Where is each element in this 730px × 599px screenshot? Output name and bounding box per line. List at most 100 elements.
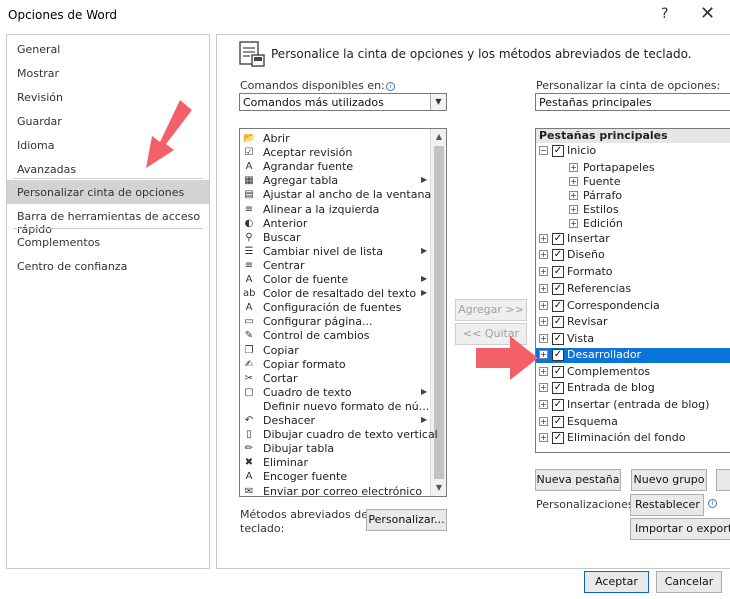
list-item[interactable]: A Configuración de fuentes <box>240 301 430 315</box>
checkbox[interactable]: ✓ <box>552 333 564 345</box>
nav-item-mostrar[interactable]: Mostrar <box>7 61 209 85</box>
tree-node[interactable]: + Párrafo <box>536 189 730 204</box>
list-item[interactable]: ❐ Copiar <box>240 344 430 358</box>
checkbox[interactable]: ✓ <box>552 266 564 278</box>
add-button[interactable]: Agregar >> <box>455 299 527 321</box>
new-group-button[interactable]: Nuevo grupo <box>631 469 707 491</box>
expand-icon[interactable]: + <box>569 177 578 186</box>
rename-button[interactable] <box>716 469 730 491</box>
tree-node[interactable]: + ✓ Eliminación del fondo <box>536 431 730 446</box>
tree-node[interactable]: + Portapapeles <box>536 161 730 176</box>
collapse-icon[interactable]: − <box>539 146 548 155</box>
list-item[interactable]: ≡ Alinear a la izquierda <box>240 203 430 217</box>
nav-item-centro-confianza[interactable]: Centro de confianza <box>7 254 209 278</box>
expand-icon[interactable]: + <box>539 267 548 276</box>
tree-node[interactable]: + ✓ Insertar <box>536 232 730 247</box>
tree-node[interactable]: + ✓ Revisar <box>536 315 730 330</box>
list-item[interactable]: ≡ Centrar <box>240 259 430 273</box>
expand-icon[interactable]: + <box>539 301 548 310</box>
tree-node[interactable]: + ✓ Referencias <box>536 282 730 297</box>
expand-icon[interactable]: + <box>539 433 548 442</box>
scroll-up-icon[interactable]: ▲ <box>431 129 446 145</box>
expand-icon[interactable]: + <box>569 163 578 172</box>
tree-node[interactable]: + ✓ Correspondencia <box>536 299 730 314</box>
checkbox[interactable]: ✓ <box>552 432 564 444</box>
commands-source-select[interactable]: Comandos más utilizados ▼ <box>239 93 447 111</box>
expand-icon[interactable]: + <box>539 383 548 392</box>
list-item[interactable]: ▯ Dibujar cuadro de texto vertical <box>240 428 438 442</box>
checkbox[interactable]: ✓ <box>552 416 564 428</box>
list-item[interactable]: A Color de fuente ▶ <box>240 273 430 287</box>
expand-icon[interactable]: + <box>539 284 548 293</box>
tree-node[interactable]: + Edición <box>536 217 730 232</box>
ribbon-tabs-select[interactable]: Pestañas principales <box>535 93 730 111</box>
cancel-button[interactable]: Cancelar <box>656 571 722 593</box>
expand-icon[interactable]: + <box>539 334 548 343</box>
reset-dropdown[interactable]: Restablecer ▾ <box>630 494 704 531</box>
expand-icon[interactable]: + <box>539 250 548 259</box>
commands-list[interactable]: ▲ ▼ 📂 Abrir ☑ Aceptar revisión A Agrandar fue… <box>239 128 447 497</box>
expand-icon[interactable]: + <box>569 205 578 214</box>
checkbox[interactable]: ✓ <box>552 316 564 328</box>
tree-node[interactable]: + ✓ Formato <box>536 265 730 280</box>
tree-node[interactable]: + Estilos <box>536 203 730 218</box>
scroll-down-icon[interactable]: ▼ <box>431 480 446 496</box>
nav-item-complementos[interactable]: Complementos <box>7 230 209 254</box>
ok-button[interactable]: Aceptar <box>584 571 649 593</box>
list-item[interactable]: ◐ Anterior <box>240 217 430 231</box>
list-item[interactable]: ☰ Cambiar nivel de lista ▶ <box>240 245 430 259</box>
help-button[interactable]: ? <box>661 6 668 22</box>
list-item[interactable]: ✂ Cortar <box>240 372 430 386</box>
tree-node[interactable]: + ✓ Insertar (entrada de blog) <box>536 398 730 413</box>
list-item[interactable]: 📂 Abrir <box>240 132 430 146</box>
tree-node[interactable]: + ✓ Esquema <box>536 415 730 430</box>
ribbon-tree[interactable]: Pestañas principales − ✓ Inicio + Portapapel… <box>535 128 730 453</box>
list-item[interactable]: ↶ Deshacer ▶ <box>240 414 430 428</box>
checkbox[interactable]: ✓ <box>552 300 564 312</box>
list-item[interactable]: ☑ Aceptar revisión <box>240 146 430 160</box>
list-item[interactable]: ▢ Cuadro de texto ▶ <box>240 386 430 400</box>
list-item[interactable]: ✖ Eliminar <box>240 456 430 470</box>
tree-node[interactable]: + ✓ Entrada de blog <box>536 381 730 396</box>
list-item[interactable]: A Encoger fuente <box>240 470 430 484</box>
tree-node[interactable]: − ✓ Inicio <box>536 144 730 159</box>
close-button[interactable]: ✕ <box>700 3 715 24</box>
list-item[interactable]: ✍ Copiar formato <box>240 358 430 372</box>
tree-node[interactable]: + ✓ Diseño <box>536 248 730 263</box>
list-item[interactable]: ▤ Ajustar al ancho de la ventana <box>240 188 431 202</box>
checkbox[interactable]: ✓ <box>552 382 564 394</box>
import-export-dropdown[interactable]: Importar o exportar ▾ <box>630 518 730 540</box>
expand-icon[interactable]: + <box>539 417 548 426</box>
list-item[interactable]: ▭ Configurar página... <box>240 315 430 329</box>
checkbox[interactable]: ✓ <box>552 233 564 245</box>
list-item[interactable]: ⚲ Buscar <box>240 231 430 245</box>
expand-icon[interactable]: + <box>539 350 548 359</box>
nav-item-general[interactable]: General <box>7 37 209 61</box>
checkbox[interactable]: ✓ <box>552 145 564 157</box>
tree-node[interactable]: + ✓ Complementos <box>536 365 730 380</box>
expand-icon[interactable]: + <box>569 219 578 228</box>
checkbox[interactable]: ✓ <box>552 249 564 261</box>
list-item[interactable]: ab Color de resaltado del texto ▶ <box>240 287 430 301</box>
expand-icon[interactable]: + <box>539 400 548 409</box>
tree-node[interactable]: + ✓ Vista <box>536 332 730 347</box>
customize-shortcuts-button[interactable]: Personalizar... <box>366 509 447 531</box>
nav-item-barra-acceso-rapido[interactable]: Barra de herramientas de acceso rápido <box>7 204 209 236</box>
checkbox[interactable]: ✓ <box>552 366 564 378</box>
checkbox[interactable]: ✓ <box>552 399 564 411</box>
list-item[interactable]: ✎ Control de cambios <box>240 329 430 343</box>
expand-icon[interactable]: + <box>539 367 548 376</box>
new-tab-button[interactable]: Nueva pestaña <box>535 469 621 491</box>
expand-icon[interactable]: + <box>539 234 548 243</box>
list-item[interactable]: ✉ Enviar por correo electrónico <box>240 485 430 497</box>
expand-icon[interactable]: + <box>569 191 578 200</box>
expand-icon[interactable]: + <box>539 317 548 326</box>
tree-node[interactable]: + ✓ Desarrollador <box>536 348 730 363</box>
nav-item-personalizar-cinta[interactable]: Personalizar cinta de opciones <box>7 180 209 204</box>
checkbox[interactable]: ✓ <box>552 283 564 295</box>
list-item[interactable]: A Agrandar fuente <box>240 160 430 174</box>
list-item[interactable]: ▦ Agregar tabla ▶ <box>240 174 430 188</box>
checkbox[interactable]: ✓ <box>552 349 564 361</box>
list-item[interactable]: ✏ Dibujar tabla <box>240 442 430 456</box>
list-item[interactable]: Definir nuevo formato de nú... <box>240 400 430 414</box>
